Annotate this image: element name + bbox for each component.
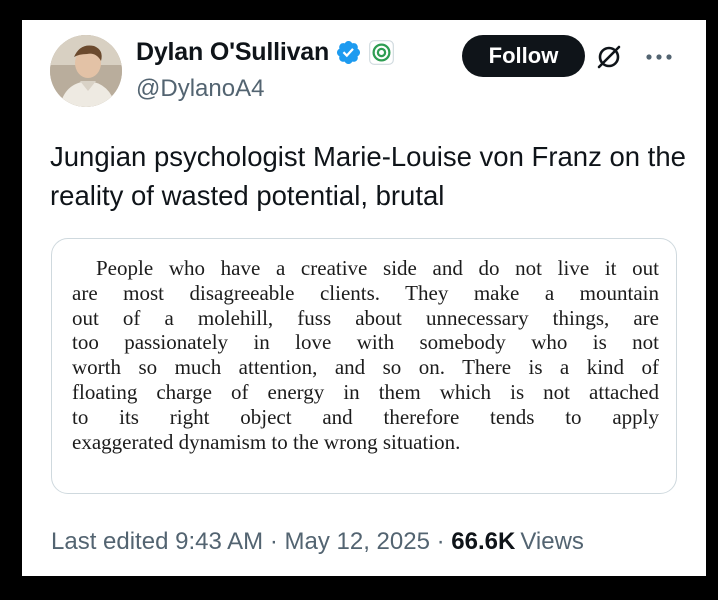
tweet-text: Jungian psychologist Marie-Louise von Fr… xyxy=(50,141,686,211)
more-options-icon[interactable] xyxy=(642,43,676,71)
author-display-name[interactable]: Dylan O'Sullivan xyxy=(136,38,329,67)
views-label[interactable]: Views xyxy=(520,528,584,555)
quote-text: People who have a creative side and do n… xyxy=(72,256,659,454)
quote-image-card[interactable]: People who have a creative side and do n… xyxy=(51,238,677,494)
edited-label[interactable]: Last edited xyxy=(51,528,168,555)
quote-line: worth so much attention, and so on. Ther… xyxy=(72,355,659,380)
author-handle[interactable]: @DylanoA4 xyxy=(136,75,264,103)
avatar-image xyxy=(50,35,122,107)
author-name-row: Dylan O'Sullivan xyxy=(136,38,395,67)
quote-line: are most disagreeable clients. They make… xyxy=(72,280,659,305)
quote-line: to its right object and therefore tends … xyxy=(72,404,659,429)
quote-line: People who have a creative side and do n… xyxy=(96,256,659,280)
verified-badge-icon[interactable] xyxy=(335,39,362,66)
views-count[interactable]: 66.6K xyxy=(451,528,515,555)
avatar[interactable] xyxy=(50,35,122,107)
tweet-card: Dylan O'Sullivan @DylanoA4 Follow Jungia… xyxy=(22,20,706,576)
tweet-time[interactable]: 9:43 AM xyxy=(175,528,263,555)
quote-line: floating charge of energy in them which … xyxy=(72,379,659,404)
affiliate-badge-icon[interactable] xyxy=(368,39,395,66)
grok-icon[interactable] xyxy=(595,43,623,71)
quote-line: exaggerated dynamism to the wrong situat… xyxy=(72,429,461,454)
follow-button[interactable]: Follow xyxy=(462,35,585,77)
quote-line: out of a molehill, fuss about unnecessar… xyxy=(72,305,659,330)
tweet-meta: Last edited 9:43 AM · May 12, 2025 · 66.… xyxy=(51,528,584,556)
meta-separator: · xyxy=(269,528,278,555)
quote-line: too passionately in love with somebody w… xyxy=(72,330,659,355)
meta-separator: · xyxy=(436,528,445,555)
tweet-date[interactable]: May 12, 2025 xyxy=(285,528,430,555)
